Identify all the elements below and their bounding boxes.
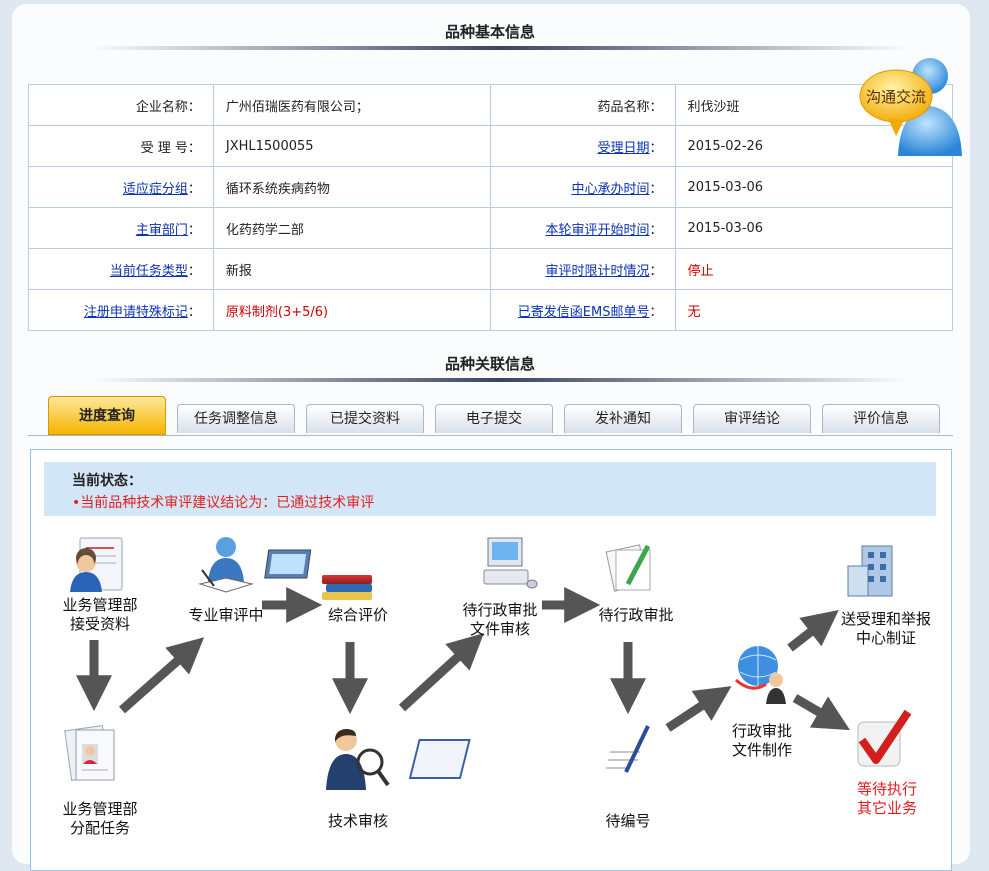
globe-person-icon — [735, 646, 786, 704]
node-review: 专业审评中 — [176, 606, 276, 625]
node-label-line: 文件制作 — [731, 741, 792, 759]
building-icon — [847, 545, 893, 597]
node-numbering: 待编号 — [580, 812, 676, 831]
reviewer-reading-icon — [198, 537, 254, 593]
arrow-up-right — [119, 637, 205, 714]
node-send-center: 送受理和举报 中心制证 — [834, 610, 938, 648]
node-admin-doc: 行政审批 文件制作 — [714, 722, 810, 760]
arrow-up-right — [398, 633, 484, 712]
red-check-icon — [857, 709, 912, 767]
arrow-up-right — [787, 610, 839, 652]
node-tech-review: 技术审核 — [310, 812, 406, 831]
node-label-line: 中心制证 — [855, 629, 916, 647]
books-laptop-icon — [264, 549, 372, 600]
node-await-other: 等待执行 其它业务 — [840, 780, 934, 818]
clipboard-pen-icon — [408, 725, 650, 779]
node-receive: 业务管理部 接受资料 — [55, 596, 145, 634]
node-admin-pending-file: 待行政审批 文件审核 — [452, 601, 548, 639]
node-evaluate: 综合评价 — [310, 606, 406, 625]
node-label-line: 接受资料 — [69, 615, 130, 633]
node-label-line: 业务管理部 — [62, 596, 138, 614]
document-person-icon — [70, 537, 123, 592]
paper-pen-icon — [605, 544, 651, 592]
node-label-line: 综合评价 — [327, 606, 388, 624]
workflow-diagram — [64, 537, 912, 790]
node-label-line: 送受理和举报 — [840, 610, 931, 628]
node-label-line: 专业审评中 — [188, 606, 264, 624]
node-label-line: 等待执行 — [856, 780, 917, 798]
node-assign: 业务管理部 分配任务 — [55, 800, 145, 838]
node-label-line: 待行政审批 — [462, 601, 538, 619]
node-label-line: 待行政审批 — [598, 606, 674, 624]
id-cards-icon — [64, 725, 115, 781]
node-label-line: 文件审核 — [469, 620, 530, 638]
node-admin-pending: 待行政审批 — [588, 606, 684, 625]
node-label-line: 技术审核 — [327, 812, 388, 830]
node-label-line: 其它业务 — [856, 799, 917, 817]
node-label-line: 待编号 — [605, 812, 651, 830]
node-label-line: 业务管理部 — [62, 800, 138, 818]
node-label-line: 行政审批 — [731, 722, 792, 740]
arrow-up-right — [665, 686, 732, 732]
magnifier-person-icon — [326, 729, 390, 790]
computer-icon — [483, 537, 538, 589]
node-label-line: 分配任务 — [69, 819, 130, 837]
arrow-down-right — [792, 694, 850, 731]
